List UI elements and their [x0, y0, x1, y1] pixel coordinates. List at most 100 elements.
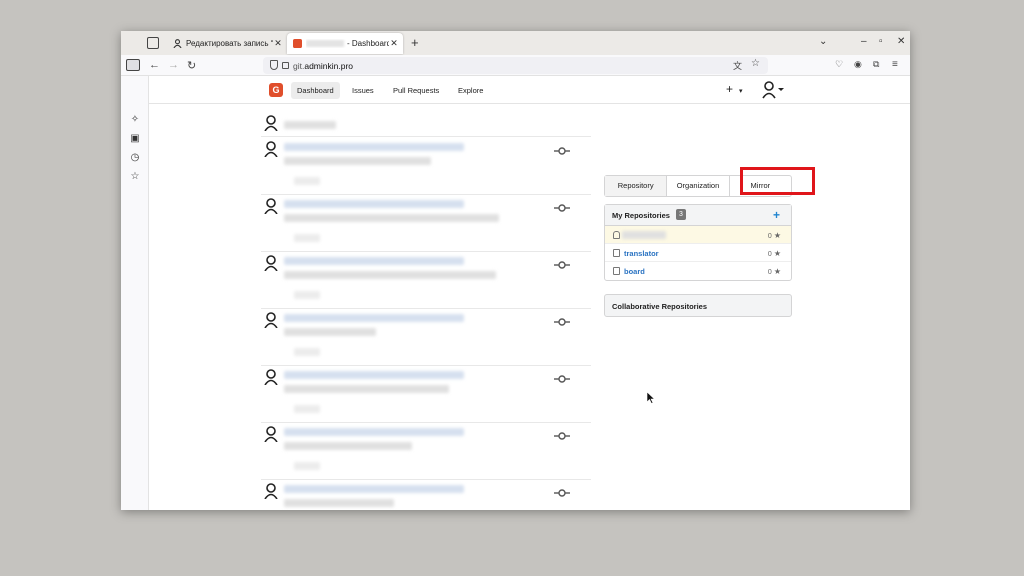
- gitea-page: G Dashboard Issues Pull Requests Explore…: [149, 77, 910, 510]
- back-icon[interactable]: ←: [149, 59, 160, 71]
- translate-icon[interactable]: 文: [733, 59, 742, 72]
- reload-icon[interactable]: ↻: [187, 59, 196, 72]
- blurred-text: [284, 143, 464, 151]
- lock-icon: [613, 231, 620, 239]
- star-icon: ★: [773, 249, 781, 258]
- add-repository-button[interactable]: +: [773, 208, 780, 222]
- forward-icon[interactable]: →: [168, 59, 179, 71]
- commit-icon: [554, 489, 570, 497]
- feed-item: [261, 367, 591, 423]
- star-count: 0: [767, 251, 772, 258]
- nav-explore[interactable]: Explore: [452, 82, 489, 99]
- tab-title: Редактировать запись “Gi: [186, 39, 273, 48]
- feed-item: [261, 310, 591, 366]
- plus-icon: +: [726, 82, 734, 96]
- nav-issues[interactable]: Issues: [346, 82, 380, 99]
- user-menu[interactable]: [762, 81, 786, 104]
- blurred-text: [284, 328, 376, 336]
- my-repositories-box: My Repositories 3 + 0 ★ translator 0 ★ b…: [604, 204, 792, 281]
- tab-dashboard[interactable]: - Dashboard - ✕: [287, 33, 403, 54]
- tab-strip: Редактировать запись “Gi ✕ - Dashboard -…: [121, 31, 910, 55]
- url-subdomain: git.: [293, 60, 305, 71]
- user-icon: [264, 198, 278, 214]
- feed-context-header: [261, 115, 591, 137]
- nav-toolbar: ← → ↻ git.adminkin.pro 文 ☆ ♡ ◉ ⧉ ≡: [121, 55, 910, 76]
- blurred-text: [284, 485, 464, 493]
- tab-organization[interactable]: Organization: [667, 176, 730, 196]
- repo-row[interactable]: translator 0 ★: [605, 244, 791, 262]
- feed-item: [261, 253, 591, 309]
- blurred-text: [294, 348, 320, 356]
- blurred-text: [284, 385, 449, 393]
- star-icon: ★: [773, 231, 781, 240]
- blurred-text: [306, 40, 344, 48]
- menu-icon[interactable]: ≡: [892, 59, 898, 70]
- synced-tabs-icon[interactable]: ▣: [128, 132, 142, 146]
- blurred-text: [284, 200, 464, 208]
- window-close-icon[interactable]: ✕: [897, 36, 905, 47]
- minimize-icon[interactable]: –: [861, 36, 867, 47]
- gitea-icon: [293, 39, 302, 48]
- tab-edit-post[interactable]: Редактировать запись “Gi ✕: [167, 33, 287, 54]
- lock-icon: [282, 62, 289, 69]
- maximize-icon[interactable]: ▫: [879, 36, 883, 47]
- browser-sidebar: ✧ ▣ ◷ ☆ ⚙: [121, 76, 149, 510]
- new-tab-button[interactable]: +: [411, 35, 419, 50]
- chevron-down-icon: ▾: [739, 88, 743, 95]
- blurred-text: [284, 271, 496, 279]
- bookmarks-star-icon[interactable]: ☆: [128, 170, 142, 184]
- feed-item: [261, 139, 591, 195]
- nav-dashboard[interactable]: Dashboard: [291, 82, 340, 99]
- tab-title: - Dashboard -: [347, 39, 389, 48]
- sidebar-toggle-icon[interactable]: [126, 59, 140, 71]
- blurred-text: [294, 291, 320, 299]
- close-icon[interactable]: ✕: [273, 38, 283, 49]
- url-host: adminkin.pro: [304, 60, 354, 71]
- feed-item: [261, 196, 591, 252]
- blurred-text: [284, 214, 499, 222]
- tab-list-icon[interactable]: ⌄: [819, 36, 827, 47]
- commit-icon: [554, 204, 570, 212]
- blurred-text: [284, 371, 464, 379]
- bookmark-star-icon[interactable]: ☆: [751, 58, 760, 69]
- repo-count-badge: 3: [676, 209, 686, 220]
- commit-icon: [554, 261, 570, 269]
- account-icon[interactable]: ◉: [854, 59, 862, 70]
- blurred-text: [284, 499, 394, 507]
- pocket-icon[interactable]: ♡: [835, 59, 843, 70]
- repo-row[interactable]: 0 ★: [605, 226, 791, 244]
- tab-repository[interactable]: Repository: [605, 176, 668, 196]
- ai-sparkle-icon[interactable]: ✧: [128, 113, 142, 127]
- feed-item: [261, 424, 591, 480]
- gitea-logo[interactable]: G: [269, 83, 283, 97]
- star-icon: ★: [773, 267, 781, 276]
- user-icon: [264, 369, 278, 385]
- repo-name[interactable]: board: [624, 267, 645, 276]
- avatar-icon: [762, 81, 784, 99]
- commit-icon: [554, 375, 570, 383]
- mouse-cursor-icon: [647, 392, 655, 404]
- nav-pull-requests[interactable]: Pull Requests: [387, 82, 445, 99]
- user-icon: [264, 115, 278, 131]
- tab-overview-icon[interactable]: [147, 37, 159, 49]
- repo-row[interactable]: board 0 ★: [605, 262, 791, 280]
- extensions-icon[interactable]: ⧉: [873, 59, 879, 70]
- url-bar[interactable]: git.adminkin.pro 文 ☆: [263, 57, 768, 74]
- user-icon: [264, 426, 278, 442]
- blurred-text: [284, 257, 464, 265]
- browser-window: Редактировать запись “Gi ✕ - Dashboard -…: [121, 31, 910, 510]
- blurred-text: [294, 462, 320, 470]
- blurred-text: [294, 405, 320, 413]
- shield-icon: [270, 60, 278, 70]
- repo-name[interactable]: translator: [624, 249, 659, 258]
- blurred-text: [284, 442, 412, 450]
- blurred-text: [284, 428, 464, 436]
- top-navbar: G Dashboard Issues Pull Requests Explore…: [149, 77, 910, 104]
- history-icon[interactable]: ◷: [128, 151, 142, 165]
- blurred-text: [622, 231, 666, 239]
- close-icon[interactable]: ✕: [389, 38, 399, 49]
- user-icon: [264, 312, 278, 328]
- collaborative-repositories-title: Collaborative Repositories: [612, 302, 708, 311]
- create-new-button[interactable]: + ▾: [726, 82, 743, 96]
- user-icon: [264, 141, 278, 157]
